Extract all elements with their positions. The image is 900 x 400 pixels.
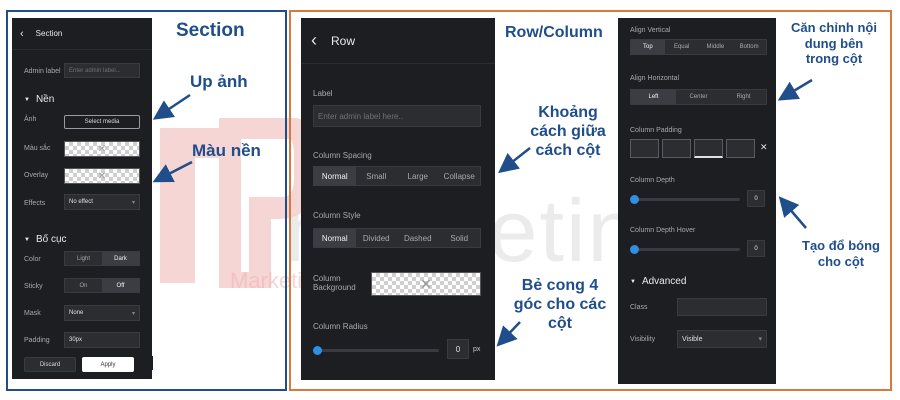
background-color-arrow [152,160,193,183]
depth-arrow [778,196,807,229]
canvas: marketing Marketing ‹ Section Admin labe… [0,0,900,400]
align-arrow [777,78,813,101]
annotation-arrows [152,78,813,347]
radius-arrow [496,321,521,347]
column-spacing-arrow [498,147,531,174]
upload-image-arrow [152,93,191,120]
